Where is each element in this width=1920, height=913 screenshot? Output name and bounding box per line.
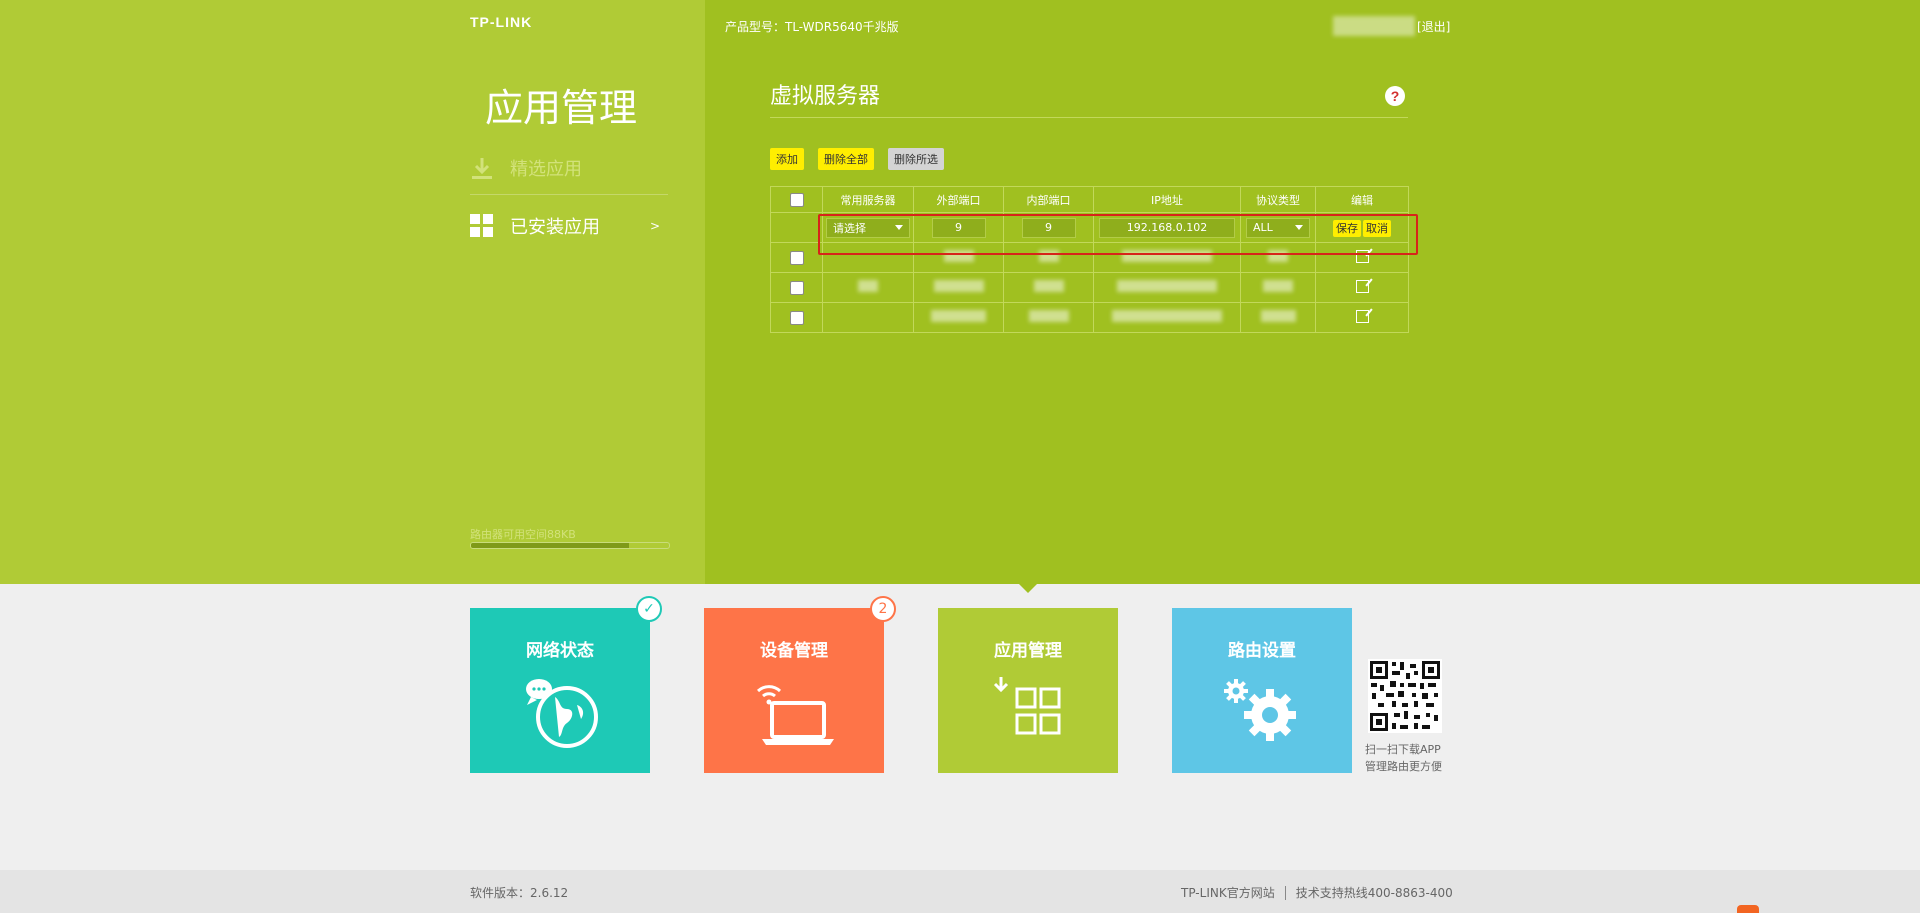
row-checkbox[interactable] xyxy=(789,310,804,325)
product-model: 产品型号：TL-WDR5640千兆版 xyxy=(725,20,899,34)
globe-icon xyxy=(470,675,650,754)
sidebar-title: 应用管理 xyxy=(485,86,638,130)
external-port-input[interactable]: 9 xyxy=(931,217,986,238)
tile-device-management[interactable]: 2 设备管理 xyxy=(704,596,896,773)
protocol-select[interactable]: ALL xyxy=(1246,217,1310,238)
column-header: 内部端口 xyxy=(1003,186,1094,213)
column-header: 编辑 xyxy=(1315,186,1409,213)
sidebar-item-label: 已安装应用 xyxy=(510,217,600,238)
redacted-value xyxy=(1268,250,1288,262)
row-checkbox[interactable] xyxy=(789,280,804,295)
row-checkbox[interactable] xyxy=(789,250,804,265)
cancel-button[interactable]: 取消 xyxy=(1363,219,1391,237)
apps-grid-icon xyxy=(938,675,1118,754)
storage-space-bar xyxy=(470,542,670,549)
corner-widget[interactable] xyxy=(1737,905,1759,913)
edit-icon[interactable] xyxy=(1355,249,1369,263)
help-icon[interactable]: ? xyxy=(1385,86,1405,106)
official-site-link[interactable]: TP-LINK官方网站 xyxy=(1181,884,1275,901)
sidebar-item-label: 精选应用 xyxy=(510,159,582,180)
column-header: 常用服务器 xyxy=(822,186,914,213)
footer xyxy=(0,870,1920,913)
title-divider xyxy=(770,117,1408,118)
software-version: 软件版本：2.6.12 xyxy=(470,886,569,900)
qr-caption: 扫一扫下载APP 管理路由更方便 xyxy=(1365,741,1442,775)
internal-port-input[interactable]: 9 xyxy=(1021,217,1076,238)
redacted-value xyxy=(1112,310,1222,322)
edit-icon[interactable] xyxy=(1355,279,1369,293)
gears-icon xyxy=(1172,675,1352,754)
service-select-value: 请选择 xyxy=(833,221,866,235)
active-tile-pointer xyxy=(1019,584,1037,593)
check-icon: ✓ xyxy=(636,596,662,622)
qr-code xyxy=(1368,659,1442,733)
redacted-value xyxy=(933,280,984,292)
column-header: 外部端口 xyxy=(913,186,1004,213)
edit-icon[interactable] xyxy=(1355,309,1369,323)
table-row xyxy=(770,272,1409,303)
redacted-value xyxy=(1038,250,1059,262)
storage-space-fill xyxy=(471,543,630,548)
sidebar-divider xyxy=(470,194,668,195)
table-row-editing: 请选择 9 9 192.168.0.102 ALL 保存 取消 xyxy=(770,212,1409,243)
laptop-wifi-icon xyxy=(704,675,884,754)
tile-app-management[interactable]: 应用管理 xyxy=(938,608,1118,773)
support-hotline: 技术支持热线400-8863-400 xyxy=(1295,886,1453,900)
table-row xyxy=(770,302,1409,333)
tile-label: 应用管理 xyxy=(994,641,1062,661)
sidebar-item-featured-apps[interactable]: 精选应用 xyxy=(470,148,670,188)
column-header: IP地址 xyxy=(1093,186,1241,213)
redacted-value xyxy=(1033,280,1064,292)
save-button[interactable]: 保存 xyxy=(1333,219,1361,237)
tile-label: 设备管理 xyxy=(760,641,828,661)
redacted-value xyxy=(943,250,974,262)
account-name-redacted xyxy=(1333,16,1415,36)
qr-caption-line: 管理路由更方便 xyxy=(1365,760,1442,773)
qr-caption-line: 扫一扫下载APP xyxy=(1365,743,1441,756)
chevron-right-icon: > xyxy=(649,219,660,233)
device-count-badge: 2 xyxy=(870,596,896,622)
chevron-down-icon xyxy=(895,225,903,230)
redacted-value xyxy=(1122,250,1212,262)
tile-network-status[interactable]: ✓ 网络状态 xyxy=(470,596,662,773)
tile-label: 路由设置 xyxy=(1228,641,1296,661)
redacted-value xyxy=(931,310,986,322)
table-header-row: 常用服务器 外部端口 内部端口 IP地址 协议类型 编辑 xyxy=(770,186,1409,213)
redacted-value xyxy=(858,280,878,292)
logout-link[interactable]: [退出] xyxy=(1417,18,1450,35)
delete-all-button[interactable]: 删除全部 xyxy=(818,148,874,170)
service-select[interactable]: 请选择 xyxy=(826,217,910,238)
redacted-value xyxy=(1263,280,1293,292)
delete-selected-button[interactable]: 删除所选 xyxy=(888,148,944,170)
ip-address-input[interactable]: 192.168.0.102 xyxy=(1099,217,1235,238)
tile-label: 网络状态 xyxy=(526,641,594,661)
tile-router-settings[interactable]: 路由设置 xyxy=(1172,608,1352,773)
virtual-server-table: 常用服务器 外部端口 内部端口 IP地址 协议类型 编辑 请选择 9 9 192… xyxy=(770,186,1409,333)
chevron-down-icon xyxy=(1295,225,1303,230)
add-button[interactable]: 添加 xyxy=(770,148,804,170)
tp-link-logo: TP-LINK xyxy=(470,14,533,30)
footer-divider xyxy=(1284,885,1286,900)
page-title: 虚拟服务器 xyxy=(770,84,881,109)
table-row xyxy=(770,242,1409,273)
storage-space-label: 路由器可用空间88KB xyxy=(470,528,576,541)
redacted-value xyxy=(1260,310,1296,322)
download-icon xyxy=(470,156,494,180)
grid-icon xyxy=(470,214,494,238)
protocol-select-value: ALL xyxy=(1253,221,1273,234)
redacted-value xyxy=(1117,280,1217,292)
select-all-checkbox[interactable] xyxy=(789,192,804,207)
column-header: 协议类型 xyxy=(1240,186,1316,213)
sidebar-item-installed-apps[interactable]: 已安装应用 > xyxy=(470,206,670,246)
redacted-value xyxy=(1028,310,1069,322)
